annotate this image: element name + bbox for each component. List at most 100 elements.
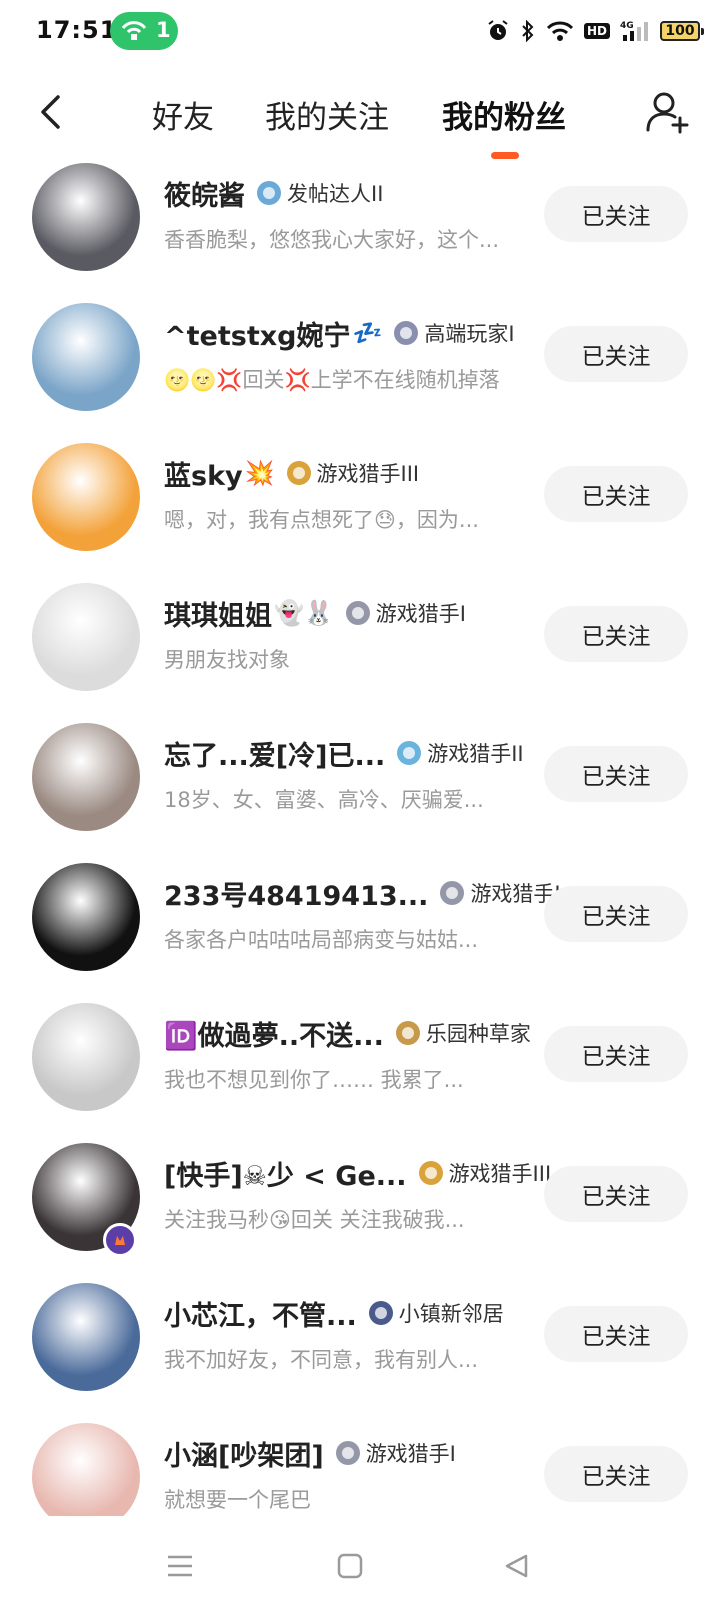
avatar[interactable] (32, 583, 140, 691)
followed-button[interactable]: 已关注 (544, 186, 688, 242)
system-nav-bar (0, 1516, 720, 1612)
avatar[interactable] (32, 723, 140, 831)
fan-name[interactable]: 小芯江，不管... (164, 1294, 357, 1333)
level-badge: 游戏猎手III (286, 458, 419, 488)
kuaishou-badge-icon (103, 1223, 137, 1257)
followed-button[interactable]: 已关注 (544, 606, 688, 662)
avatar[interactable] (32, 303, 140, 411)
fan-name[interactable]: 筱皖酱 (164, 174, 245, 213)
fan-name[interactable]: [快手]☠少 < Ge... (164, 1154, 407, 1193)
level-badge: 游戏猎手I (335, 1438, 456, 1468)
back-nav-button[interactable] (494, 1546, 538, 1586)
followed-button[interactable]: 已关注 (544, 1026, 688, 1082)
fan-row[interactable]: 琪琪姐姐 👻🐰 游戏猎手I 男朋友找对象 已关注 (0, 576, 720, 716)
hd-icon: HD (583, 23, 610, 39)
signal-icon: 4G (620, 19, 650, 43)
followed-button[interactable]: 已关注 (544, 746, 688, 802)
fan-row[interactable]: 233号48419413... 游戏猎手I 各家各户咕咕咕局部病变与姑姑... 已关注 (0, 856, 720, 996)
fan-bio: 🌝🌝💢回关💢上学不在线随机掉落 (164, 368, 500, 392)
fan-row[interactable]: 筱皖酱 发帖达人II 香香脆梨，悠悠我心大家好，这个... 已关注 (0, 156, 720, 296)
fan-bio: 嗯，对，我有点想死了😓，因为... (164, 508, 479, 532)
status-time: 17:51 (36, 16, 118, 44)
hotspot-count: 1 (156, 18, 171, 42)
add-user-icon (646, 92, 689, 134)
avatar[interactable] (32, 1283, 140, 1391)
home-button[interactable] (328, 1546, 372, 1586)
level-icon (418, 1161, 443, 1185)
back-arrow-icon (41, 95, 60, 129)
level-label: 发帖达人II (287, 182, 384, 206)
fan-row[interactable]: ^tetstxg婉宁 💤 高端玩家I 🌝🌝💢回关💢上学不在线随机掉落 已关注 (0, 296, 720, 436)
fan-bio: 关注我马秒😘回关 关注我破我... (164, 1208, 465, 1232)
name-emoji: 💥 (244, 459, 275, 487)
alarm-icon (486, 19, 510, 43)
fan-name[interactable]: 233号48419413... (164, 874, 428, 913)
level-icon (345, 601, 370, 625)
add-friend-button[interactable] (644, 88, 692, 136)
fan-name[interactable]: 蓝sky (164, 454, 243, 493)
fan-name[interactable]: 忘了...爱[冷]已... (164, 734, 385, 773)
level-icon (395, 1021, 420, 1045)
level-badge: 游戏猎手I (345, 598, 466, 628)
followed-button[interactable]: 已关注 (544, 886, 688, 942)
wifi-icon (546, 20, 574, 42)
followed-button[interactable]: 已关注 (544, 1446, 688, 1502)
name-line: 🆔做過夢..不送... 乐园种草家 (164, 1014, 531, 1052)
fan-name[interactable]: ^tetstxg婉宁 (164, 314, 350, 353)
tab-fans[interactable]: 我的粉丝 (442, 92, 566, 137)
name-emoji: 💤 (352, 319, 383, 347)
level-badge: 发帖达人II (257, 178, 383, 208)
avatar[interactable] (32, 863, 140, 971)
level-label: 游戏猎手II (427, 742, 524, 766)
name-line: 忘了...爱[冷]已... 游戏猎手II (164, 734, 524, 772)
avatar[interactable] (32, 163, 140, 271)
home-icon (337, 1553, 363, 1579)
fan-row[interactable]: 🆔做過夢..不送... 乐园种草家我也不想见到你了…… 我累了... 已关注 (0, 996, 720, 1136)
fans-list: 筱皖酱 发帖达人II 香香脆梨，悠悠我心大家好，这个... 已关注 ^tetstxg婉宁… (0, 156, 720, 1556)
followed-button[interactable]: 已关注 (544, 326, 688, 382)
level-label: 游戏猎手I (365, 1442, 456, 1466)
hotspot-pill[interactable]: 1 (110, 12, 178, 50)
fan-bio: 18岁、女、富婆、高冷、厌骗爱... (164, 788, 484, 812)
menu-button[interactable] (158, 1546, 202, 1586)
level-icon (394, 321, 419, 345)
signal-label: 4G (620, 21, 634, 31)
fan-name[interactable]: 琪琪姐姐 (164, 594, 272, 633)
level-badge: 高端玩家I (394, 318, 515, 348)
header-nav: 好友 我的关注 我的粉丝 (0, 76, 720, 166)
name-line: 小涵[吵架团] 游戏猎手I (164, 1434, 456, 1472)
status-bar: 17:51 1 HD 4G 100 (0, 0, 720, 64)
followed-button[interactable]: 已关注 (544, 466, 688, 522)
fan-row[interactable]: 蓝sky 💥 游戏猎手III 嗯，对，我有点想死了😓，因为... 已关注 (0, 436, 720, 576)
tab-friends[interactable]: 好友 (152, 92, 214, 137)
fan-bio: 就想要一个尾巴 (164, 1488, 311, 1512)
followed-button[interactable]: 已关注 (544, 1306, 688, 1362)
fan-name[interactable]: 小涵[吵架团] (164, 1434, 324, 1473)
fan-row[interactable]: 忘了...爱[冷]已... 游戏猎手II 18岁、女、富婆、高冷、厌骗爱... 已关注 (0, 716, 720, 856)
fan-name[interactable]: 🆔做過夢..不送... (164, 1014, 384, 1053)
back-button[interactable] (30, 90, 70, 134)
name-line: 233号48419413... 游戏猎手I (164, 874, 561, 912)
name-line: 筱皖酱 发帖达人II (164, 174, 383, 212)
hotspot-icon (121, 21, 147, 40)
bluetooth-icon (520, 19, 536, 43)
level-label: 高端玩家I (424, 322, 515, 346)
fan-row[interactable]: [快手]☠少 < Ge... 游戏猎手III 关注我马秒😘回关 关注我破我... 已关… (0, 1136, 720, 1276)
fan-bio: 香香脆梨，悠悠我心大家好，这个... (164, 228, 500, 252)
fan-bio: 我也不想见到你了…… 我累了... (164, 1068, 464, 1092)
level-label: 乐园种草家 (425, 1022, 531, 1046)
level-icon (286, 461, 311, 485)
level-icon (257, 181, 281, 205)
avatar[interactable] (32, 443, 140, 551)
menu-icon (168, 1555, 192, 1577)
avatar[interactable] (32, 1003, 140, 1111)
level-icon (368, 1301, 393, 1325)
level-icon (397, 741, 422, 765)
status-icons: HD 4G 100 (486, 16, 704, 46)
followed-button[interactable]: 已关注 (544, 1166, 688, 1222)
level-badge: 游戏猎手II (397, 738, 524, 768)
avatar[interactable] (32, 1423, 140, 1531)
tab-following[interactable]: 我的关注 (265, 92, 389, 137)
name-line: 小芯江，不管... 小镇新邻居 (164, 1294, 504, 1332)
fan-row[interactable]: 小芯江，不管... 小镇新邻居 我不加好友，不同意，我有别人... 已关注 (0, 1276, 720, 1416)
